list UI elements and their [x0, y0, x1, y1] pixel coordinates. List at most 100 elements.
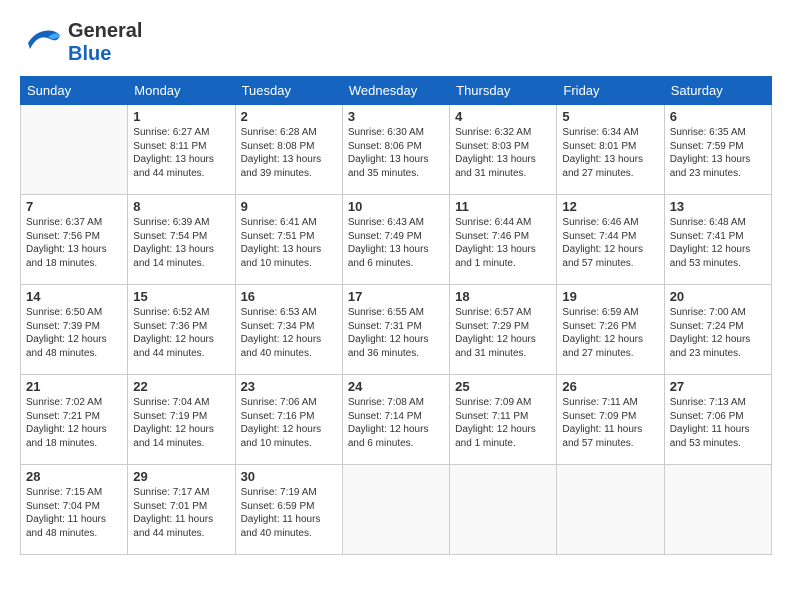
calendar-cell: 19 Sunrise: 6:59 AM Sunset: 7:26 PM Dayli… — [557, 285, 664, 375]
calendar-cell: 18 Sunrise: 6:57 AM Sunset: 7:29 PM Dayli… — [450, 285, 557, 375]
weekday-header-tuesday: Tuesday — [235, 77, 342, 105]
day-info: Sunrise: 7:19 AM Sunset: 6:59 PM Dayligh… — [241, 486, 337, 540]
day-info: Sunrise: 6:32 AM Sunset: 8:03 PM Dayligh… — [455, 126, 551, 180]
day-info: Sunrise: 7:09 AM Sunset: 7:11 PM Dayligh… — [455, 396, 551, 450]
day-info: Sunrise: 7:02 AM Sunset: 7:21 PM Dayligh… — [26, 396, 122, 450]
calendar-cell: 28 Sunrise: 7:15 AM Sunset: 7:04 PM Dayli… — [21, 465, 128, 555]
day-info: Sunrise: 6:39 AM Sunset: 7:54 PM Dayligh… — [133, 216, 229, 270]
calendar-cell: 17 Sunrise: 6:55 AM Sunset: 7:31 PM Dayli… — [342, 285, 449, 375]
weekday-header-wednesday: Wednesday — [342, 77, 449, 105]
day-info: Sunrise: 6:55 AM Sunset: 7:31 PM Dayligh… — [348, 306, 444, 360]
day-number: 19 — [562, 289, 658, 304]
day-info: Sunrise: 6:37 AM Sunset: 7:56 PM Dayligh… — [26, 216, 122, 270]
weekday-header-friday: Friday — [557, 77, 664, 105]
calendar-week-row: 28 Sunrise: 7:15 AM Sunset: 7:04 PM Dayli… — [21, 465, 772, 555]
day-number: 27 — [670, 379, 766, 394]
weekday-header-saturday: Saturday — [664, 77, 771, 105]
day-info: Sunrise: 7:15 AM Sunset: 7:04 PM Dayligh… — [26, 486, 122, 540]
day-number: 20 — [670, 289, 766, 304]
calendar-cell — [450, 465, 557, 555]
calendar-cell: 22 Sunrise: 7:04 AM Sunset: 7:19 PM Dayli… — [128, 375, 235, 465]
day-number: 7 — [26, 199, 122, 214]
weekday-header-monday: Monday — [128, 77, 235, 105]
calendar-cell: 5 Sunrise: 6:34 AM Sunset: 8:01 PM Daylig… — [557, 105, 664, 195]
day-number: 28 — [26, 469, 122, 484]
day-number: 17 — [348, 289, 444, 304]
calendar-cell: 12 Sunrise: 6:46 AM Sunset: 7:44 PM Dayli… — [557, 195, 664, 285]
calendar-cell: 8 Sunrise: 6:39 AM Sunset: 7:54 PM Daylig… — [128, 195, 235, 285]
logo-line1: General — [68, 20, 142, 43]
day-number: 24 — [348, 379, 444, 394]
calendar-cell: 1 Sunrise: 6:27 AM Sunset: 8:11 PM Daylig… — [128, 105, 235, 195]
day-number: 11 — [455, 199, 551, 214]
day-info: Sunrise: 6:30 AM Sunset: 8:06 PM Dayligh… — [348, 126, 444, 180]
day-number: 15 — [133, 289, 229, 304]
calendar-cell: 6 Sunrise: 6:35 AM Sunset: 7:59 PM Daylig… — [664, 105, 771, 195]
day-info: Sunrise: 6:46 AM Sunset: 7:44 PM Dayligh… — [562, 216, 658, 270]
calendar-cell: 3Sunrise: 6:30 AM Sunset: 8:06 PM Daylig… — [342, 105, 449, 195]
weekday-header-sunday: Sunday — [21, 77, 128, 105]
day-number: 8 — [133, 199, 229, 214]
day-info: Sunrise: 7:17 AM Sunset: 7:01 PM Dayligh… — [133, 486, 229, 540]
day-info: Sunrise: 7:04 AM Sunset: 7:19 PM Dayligh… — [133, 396, 229, 450]
calendar-cell: 30 Sunrise: 7:19 AM Sunset: 6:59 PM Dayli… — [235, 465, 342, 555]
calendar-cell: 9Sunrise: 6:41 AM Sunset: 7:51 PM Daylig… — [235, 195, 342, 285]
day-number: 6 — [670, 109, 766, 124]
calendar-cell — [21, 105, 128, 195]
calendar-cell: 21 Sunrise: 7:02 AM Sunset: 7:21 PM Dayli… — [21, 375, 128, 465]
day-info: Sunrise: 6:57 AM Sunset: 7:29 PM Dayligh… — [455, 306, 551, 360]
calendar-cell: 24 Sunrise: 7:08 AM Sunset: 7:14 PM Dayli… — [342, 375, 449, 465]
day-number: 16 — [241, 289, 337, 304]
calendar-cell — [342, 465, 449, 555]
calendar-cell: 10Sunrise: 6:43 AM Sunset: 7:49 PM Dayli… — [342, 195, 449, 285]
day-info: Sunrise: 7:11 AM Sunset: 7:09 PM Dayligh… — [562, 396, 658, 450]
day-number: 18 — [455, 289, 551, 304]
calendar-cell: 23Sunrise: 7:06 AM Sunset: 7:16 PM Dayli… — [235, 375, 342, 465]
day-info: Sunrise: 6:52 AM Sunset: 7:36 PM Dayligh… — [133, 306, 229, 360]
day-number: 12 — [562, 199, 658, 214]
calendar-cell: 25 Sunrise: 7:09 AM Sunset: 7:11 PM Dayli… — [450, 375, 557, 465]
day-info: Sunrise: 6:28 AM Sunset: 8:08 PM Dayligh… — [241, 126, 337, 180]
calendar-cell: 13 Sunrise: 6:48 AM Sunset: 7:41 PM Dayli… — [664, 195, 771, 285]
day-number: 26 — [562, 379, 658, 394]
calendar-cell: 14 Sunrise: 6:50 AM Sunset: 7:39 PM Dayli… — [21, 285, 128, 375]
day-info: Sunrise: 7:13 AM Sunset: 7:06 PM Dayligh… — [670, 396, 766, 450]
day-number: 22 — [133, 379, 229, 394]
day-info: Sunrise: 6:43 AM Sunset: 7:49 PM Dayligh… — [348, 216, 444, 270]
calendar-cell: 20Sunrise: 7:00 AM Sunset: 7:24 PM Dayli… — [664, 285, 771, 375]
day-number: 30 — [241, 469, 337, 484]
calendar-week-row: 7 Sunrise: 6:37 AM Sunset: 7:56 PM Daylig… — [21, 195, 772, 285]
logo-line2: Blue — [68, 43, 142, 66]
weekday-header-thursday: Thursday — [450, 77, 557, 105]
general-blue-logo-icon — [20, 21, 64, 65]
calendar-cell — [557, 465, 664, 555]
calendar-cell: 15 Sunrise: 6:52 AM Sunset: 7:36 PM Dayli… — [128, 285, 235, 375]
day-number: 13 — [670, 199, 766, 214]
calendar-table: SundayMondayTuesdayWednesdayThursdayFrid… — [20, 76, 772, 555]
day-number: 9 — [241, 199, 337, 214]
day-info: Sunrise: 6:50 AM Sunset: 7:39 PM Dayligh… — [26, 306, 122, 360]
calendar-cell: 7 Sunrise: 6:37 AM Sunset: 7:56 PM Daylig… — [21, 195, 128, 285]
day-info: Sunrise: 6:35 AM Sunset: 7:59 PM Dayligh… — [670, 126, 766, 180]
day-info: Sunrise: 6:44 AM Sunset: 7:46 PM Dayligh… — [455, 216, 551, 270]
day-number: 21 — [26, 379, 122, 394]
day-info: Sunrise: 7:08 AM Sunset: 7:14 PM Dayligh… — [348, 396, 444, 450]
day-number: 1 — [133, 109, 229, 124]
calendar-cell: 2Sunrise: 6:28 AM Sunset: 8:08 PM Daylig… — [235, 105, 342, 195]
day-number: 29 — [133, 469, 229, 484]
day-info: Sunrise: 6:53 AM Sunset: 7:34 PM Dayligh… — [241, 306, 337, 360]
calendar-week-row: 21 Sunrise: 7:02 AM Sunset: 7:21 PM Dayli… — [21, 375, 772, 465]
day-number: 5 — [562, 109, 658, 124]
day-info: Sunrise: 6:27 AM Sunset: 8:11 PM Dayligh… — [133, 126, 229, 180]
calendar-cell: 29 Sunrise: 7:17 AM Sunset: 7:01 PM Dayli… — [128, 465, 235, 555]
day-number: 23 — [241, 379, 337, 394]
day-number: 14 — [26, 289, 122, 304]
calendar-cell: 16 Sunrise: 6:53 AM Sunset: 7:34 PM Dayli… — [235, 285, 342, 375]
day-info: Sunrise: 6:34 AM Sunset: 8:01 PM Dayligh… — [562, 126, 658, 180]
calendar-cell: 4Sunrise: 6:32 AM Sunset: 8:03 PM Daylig… — [450, 105, 557, 195]
calendar-cell: 11 Sunrise: 6:44 AM Sunset: 7:46 PM Dayli… — [450, 195, 557, 285]
day-info: Sunrise: 6:48 AM Sunset: 7:41 PM Dayligh… — [670, 216, 766, 270]
day-number: 25 — [455, 379, 551, 394]
day-info: Sunrise: 6:59 AM Sunset: 7:26 PM Dayligh… — [562, 306, 658, 360]
calendar-week-row: 1 Sunrise: 6:27 AM Sunset: 8:11 PM Daylig… — [21, 105, 772, 195]
